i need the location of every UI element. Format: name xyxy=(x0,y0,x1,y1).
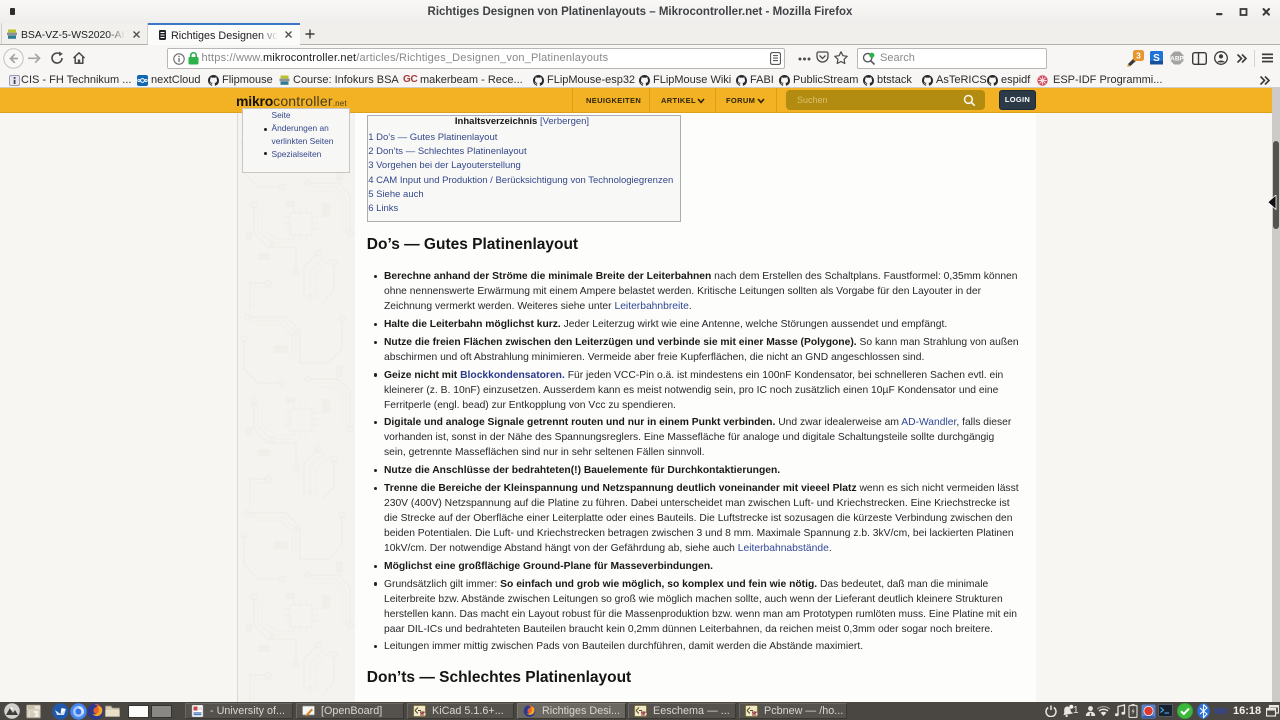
svg-text:ABP: ABP xyxy=(1170,56,1184,63)
svg-text:KiCad: KiCad xyxy=(418,712,426,716)
svg-text:S: S xyxy=(1153,53,1160,64)
svg-text:3: 3 xyxy=(1136,51,1141,61)
svg-text:KiCad: KiCad xyxy=(750,712,758,716)
svg-text:KiCad: KiCad xyxy=(639,712,647,716)
